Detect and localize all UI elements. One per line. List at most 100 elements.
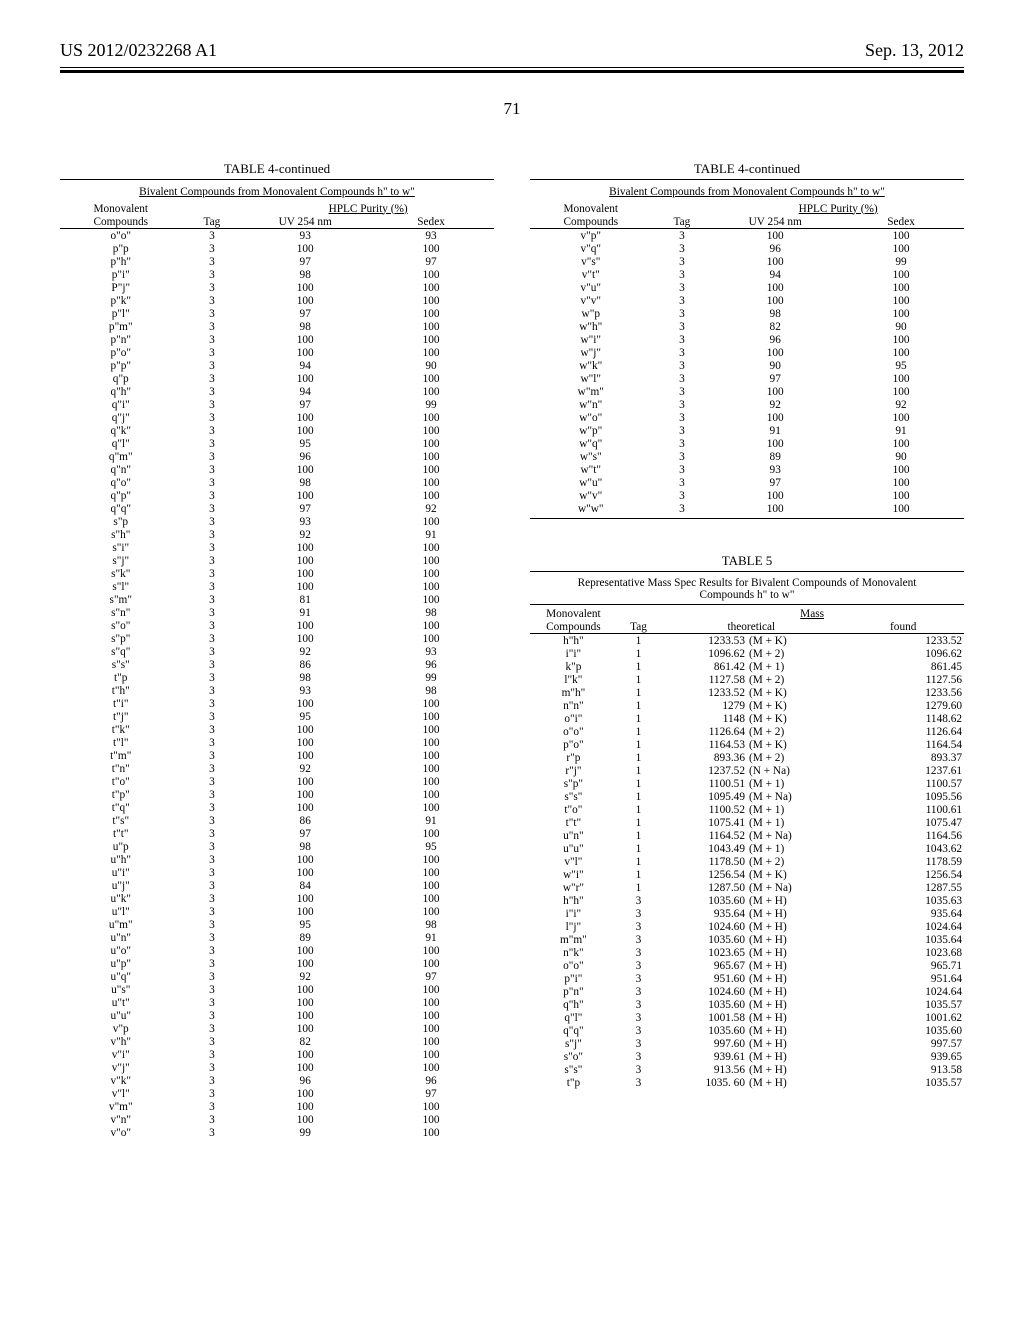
cell: 1095.49	[660, 790, 747, 803]
table5-title: TABLE 5	[530, 553, 964, 569]
two-column-layout: TABLE 4-continued Bivalent Compounds fro…	[60, 161, 964, 1139]
cell: 1164.54	[842, 738, 964, 751]
cell: (M + 2)	[747, 855, 842, 868]
table-row: u"n"38991	[60, 931, 494, 944]
cell: o"o"	[530, 725, 617, 738]
table-row: p"h"39797	[60, 255, 494, 268]
cell: 3	[652, 307, 713, 320]
cell: 1035.64	[842, 933, 964, 946]
th-sedex: Sedex	[368, 215, 494, 229]
cell: 100	[368, 866, 494, 879]
cell: 100	[368, 827, 494, 840]
cell: 100	[368, 710, 494, 723]
cell: 3	[182, 879, 243, 892]
cell: 3	[182, 294, 243, 307]
cell: (M + H)	[747, 985, 842, 998]
cell: 1126.64	[842, 725, 964, 738]
cell: p"i"	[530, 972, 617, 985]
cell: 939.61	[660, 1050, 747, 1063]
cell: 3	[182, 983, 243, 996]
cell: v"n"	[60, 1113, 182, 1126]
cell: 1233.52	[842, 634, 964, 648]
cell: 3	[182, 957, 243, 970]
cell: (M + H)	[747, 959, 842, 972]
cell: 100	[838, 476, 964, 489]
cell: 100	[712, 346, 838, 359]
cell: 97	[712, 476, 838, 489]
th-hplc: HPLC Purity (%)	[712, 202, 964, 215]
table-row: q"h"31035.60(M + H)1035.57	[530, 998, 964, 1011]
cell: 100	[242, 983, 368, 996]
cell: 93	[368, 645, 494, 658]
cell: 92	[242, 528, 368, 541]
cell: 100	[242, 346, 368, 359]
cell: 92	[712, 398, 838, 411]
cell: s"j"	[60, 554, 182, 567]
table-row: p"n"3100100	[60, 333, 494, 346]
cell: v"q"	[530, 242, 652, 255]
cell: v"p"	[530, 229, 652, 243]
cell: 100	[368, 1022, 494, 1035]
cell: w"s"	[530, 450, 652, 463]
cell: (M + H)	[747, 920, 842, 933]
cell: 86	[242, 658, 368, 671]
cell: (M + K)	[747, 868, 842, 881]
cell: 1001.58	[660, 1011, 747, 1024]
cell: 1164.53	[660, 738, 747, 751]
cell: t"t"	[530, 816, 617, 829]
left-column: TABLE 4-continued Bivalent Compounds fro…	[60, 161, 494, 1139]
cell: 3	[652, 372, 713, 385]
table-row: w"i"11256.54(M + K)1256.54	[530, 868, 964, 881]
cell: 91	[368, 814, 494, 827]
table-row: v"v"3100100	[530, 294, 964, 307]
cell: 3	[652, 346, 713, 359]
cell: (M + K)	[747, 699, 842, 712]
cell: 97	[368, 255, 494, 268]
cell: 1256.54	[842, 868, 964, 881]
table-row: v"i"3100100	[60, 1048, 494, 1061]
cell: 100	[838, 502, 964, 515]
cell: t"s"	[60, 814, 182, 827]
cell: 1256.54	[660, 868, 747, 881]
patent-page: US 2012/0232268 A1 Sep. 13, 2012 71 TABL…	[0, 0, 1024, 1320]
cell: 100	[368, 1126, 494, 1139]
cell: 3	[617, 1024, 660, 1037]
table-row: s"n"39198	[60, 606, 494, 619]
cell: 100	[368, 697, 494, 710]
cell: 95	[242, 710, 368, 723]
table-row: o"o"39393	[60, 229, 494, 243]
cell: 1287.55	[842, 881, 964, 894]
table-row: o"i"11148(M + K)1148.62	[530, 712, 964, 725]
table-row: s"j"3100100	[60, 554, 494, 567]
cell: (M + 2)	[747, 751, 842, 764]
cell: 82	[712, 320, 838, 333]
th-monovalent: Monovalent	[60, 202, 182, 215]
cell: 1	[617, 660, 660, 673]
cell: 100	[838, 489, 964, 502]
table-row: q"m"396100	[60, 450, 494, 463]
table-row: s"s"3913.56(M + H)913.58	[530, 1063, 964, 1076]
cell: 91	[368, 528, 494, 541]
cell: 99	[368, 671, 494, 684]
cell: 3	[182, 905, 243, 918]
publication-date: Sep. 13, 2012	[865, 40, 964, 61]
cell: v"i"	[60, 1048, 182, 1061]
cell: 3	[617, 1076, 660, 1089]
cell: (M + 2)	[747, 725, 842, 738]
cell: 95	[242, 437, 368, 450]
th-monovalent: Monovalent	[530, 202, 652, 215]
table-row: u"t"3100100	[60, 996, 494, 1009]
table-row: s"s"11095.49(M + Na)1095.56	[530, 790, 964, 803]
cell: v"l"	[60, 1087, 182, 1100]
cell: 3	[617, 1037, 660, 1050]
table-row: k"p1861.42(M + 1)861.45	[530, 660, 964, 673]
cell: 100	[838, 268, 964, 281]
cell: 3	[652, 320, 713, 333]
cell: 3	[182, 1126, 243, 1139]
cell: 100	[368, 736, 494, 749]
cell: 3	[182, 749, 243, 762]
table-row: u"p39895	[60, 840, 494, 853]
cell: 100	[242, 554, 368, 567]
cell: 3	[652, 268, 713, 281]
cell: 95	[838, 359, 964, 372]
